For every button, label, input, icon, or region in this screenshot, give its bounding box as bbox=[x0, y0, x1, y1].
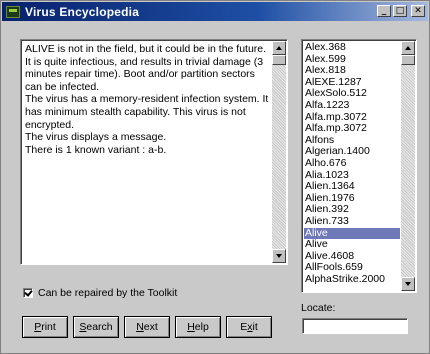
virus-encyclopedia-window: Virus Encyclopedia _ □ ✕ ALIVE is not in… bbox=[0, 0, 430, 354]
search-button[interactable]: Search bbox=[73, 316, 119, 338]
button-label-rest: ext bbox=[143, 321, 158, 333]
exit-button[interactable]: Ex it bbox=[226, 316, 272, 338]
button-label-start: E bbox=[240, 321, 248, 333]
button-label-rest: rint bbox=[41, 321, 56, 333]
virus-list-items: Alex.368 Alex.599 Alex.818 AlEXE.1287 AlexSo… bbox=[304, 41, 400, 286]
button-label-rest: elp bbox=[194, 321, 209, 333]
arrow-down-icon bbox=[405, 282, 411, 286]
scroll-down-button[interactable] bbox=[272, 249, 286, 263]
window-controls: _ □ ✕ bbox=[377, 5, 425, 17]
list-scroll-down-button[interactable] bbox=[401, 277, 415, 291]
checkmark-icon bbox=[24, 288, 33, 297]
button-label-rest: it bbox=[252, 321, 258, 333]
virus-list-item[interactable]: AlphaStrike.2000 bbox=[304, 273, 400, 286]
arrow-up-icon bbox=[405, 46, 411, 50]
arrow-up-icon bbox=[276, 46, 282, 50]
button-mnemonic: H bbox=[187, 321, 195, 333]
button-label-rest: earch bbox=[86, 321, 113, 333]
repair-checkbox[interactable] bbox=[23, 288, 33, 298]
virus-list-item[interactable]: Alho.676 bbox=[304, 157, 400, 170]
app-icon bbox=[6, 5, 20, 18]
scroll-up-button[interactable] bbox=[272, 41, 286, 55]
list-scroll-up-button[interactable] bbox=[401, 41, 415, 55]
repair-checkbox-row[interactable]: Can be repaired by the Toolkit bbox=[23, 287, 177, 299]
close-button[interactable]: ✕ bbox=[411, 5, 425, 17]
next-button[interactable]: Next bbox=[124, 316, 170, 338]
maximize-button[interactable]: □ bbox=[393, 5, 407, 17]
button-mnemonic: P bbox=[34, 321, 42, 333]
virus-list-item[interactable]: Alfa.1223 bbox=[304, 99, 400, 112]
button-mnemonic: N bbox=[136, 321, 144, 333]
virus-list-item[interactable]: Alive bbox=[304, 238, 400, 251]
virus-list-item[interactable]: Alex.368 bbox=[304, 41, 400, 54]
locate-label: Locate: bbox=[301, 302, 336, 314]
window-title: Virus Encyclopedia bbox=[25, 4, 140, 19]
virus-description-text: ALIVE is not in the field, but it could … bbox=[25, 43, 269, 156]
repair-checkbox-label: Can be repaired by the Toolkit bbox=[38, 287, 178, 299]
virus-description-box[interactable]: ALIVE is not in the field, but it could … bbox=[20, 39, 288, 265]
action-buttons: Print Search Next Help Ex it bbox=[22, 316, 272, 338]
help-button[interactable]: Help bbox=[175, 316, 221, 338]
locate-input[interactable] bbox=[302, 318, 408, 334]
print-button[interactable]: Print bbox=[22, 316, 68, 338]
list-scroll-thumb[interactable] bbox=[401, 55, 415, 65]
list-scrollbar[interactable] bbox=[401, 41, 415, 291]
title-bar[interactable]: Virus Encyclopedia _ □ ✕ bbox=[2, 2, 428, 21]
virus-list[interactable]: Alex.368 Alex.599 Alex.818 AlEXE.1287 AlexSo… bbox=[301, 39, 417, 293]
virus-list-item[interactable]: Alien.1364 bbox=[304, 181, 400, 193]
virus-list-item[interactable]: Alien.733 bbox=[304, 215, 400, 228]
arrow-down-icon bbox=[276, 254, 282, 258]
virus-list-item[interactable]: Alfa.mp.3072 bbox=[304, 123, 400, 135]
description-scrollbar[interactable] bbox=[272, 41, 286, 263]
button-mnemonic: S bbox=[79, 321, 87, 333]
scroll-thumb[interactable] bbox=[272, 55, 286, 65]
minimize-button[interactable]: _ bbox=[377, 5, 391, 17]
